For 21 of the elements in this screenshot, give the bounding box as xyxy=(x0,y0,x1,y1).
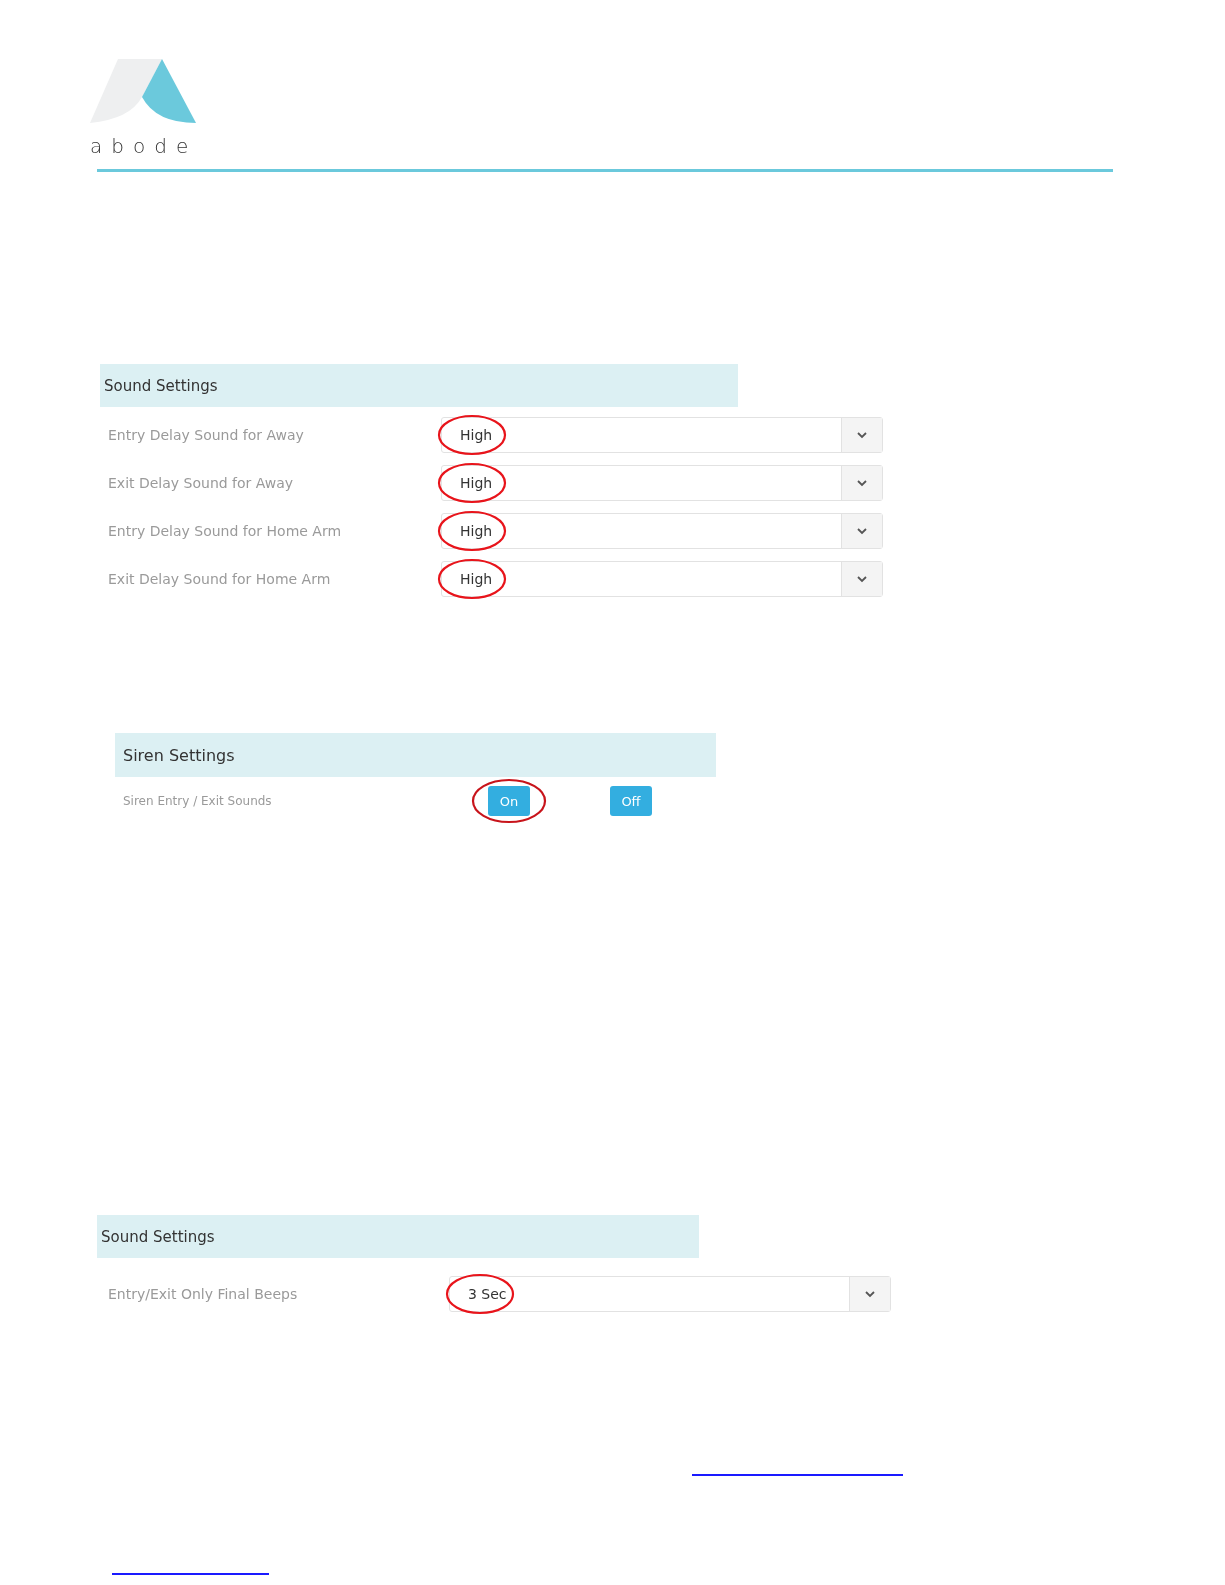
dropdown-value: High xyxy=(459,427,494,443)
setting-label: Exit Delay Sound for Home Arm xyxy=(107,571,332,587)
dropdown-value: High xyxy=(459,475,494,491)
logo-icon xyxy=(90,57,198,125)
section-header: Sound Settings xyxy=(100,364,738,407)
setting-label: Siren Entry / Exit Sounds xyxy=(122,794,273,808)
chevron-down-icon xyxy=(857,527,867,535)
logo-wordmark: abode xyxy=(90,135,199,157)
chevron-down-icon xyxy=(865,1290,875,1298)
dropdown-value: High xyxy=(459,571,494,587)
chevron-down-icon xyxy=(857,431,867,439)
dropdown-value: High xyxy=(459,523,494,539)
section-header: Siren Settings xyxy=(115,733,716,777)
setting-label: Entry Delay Sound for Home Arm xyxy=(107,523,343,539)
chevron-down-icon xyxy=(857,479,867,487)
section-header: Sound Settings xyxy=(97,1215,699,1258)
setting-label: Exit Delay Sound for Away xyxy=(107,475,295,491)
setting-label: Entry/Exit Only Final Beeps xyxy=(107,1286,299,1302)
chevron-down-icon xyxy=(857,575,867,583)
setting-label: Entry Delay Sound for Away xyxy=(107,427,305,443)
dropdown-value: 3 Sec xyxy=(467,1286,508,1302)
